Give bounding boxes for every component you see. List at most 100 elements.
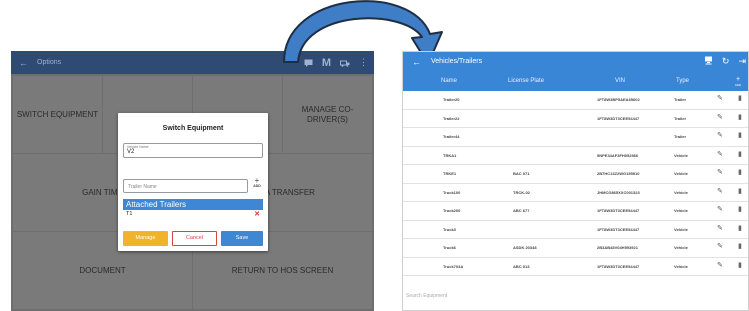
switch-equipment-tile[interactable]: SWITCH EQUIPMENT [13, 76, 102, 153]
row-type: Vehicle [674, 189, 688, 195]
attached-trailer-row: T1 ✕ [123, 210, 263, 219]
vehicles-trailers-screen: ← Vehicles/Trailers ↻ ⇥ Name License Pla… [402, 51, 749, 311]
row-type: Vehicle [674, 263, 688, 269]
edit-pencil-icon[interactable]: ✎ [717, 150, 723, 158]
edit-pencil-icon[interactable]: ✎ [717, 261, 723, 269]
row-vin: 1FT8W3DT3CEE54447 [597, 263, 640, 269]
row-name: Truck200 [443, 208, 461, 213]
row-vin: JHMCG865XXC001323 [597, 189, 640, 195]
row-name: Trailer20 [443, 97, 460, 102]
row-vin: 5NPE34AF3FH052566 [597, 152, 639, 158]
trailer-name-field[interactable]: Trailer Name [123, 179, 248, 193]
table-header: Name License Plate VIN Type + ADD [403, 75, 748, 91]
equipment-table: Trailer20 1FT8W3BP5AEA65602 Trailer ✎ ▮ … [403, 91, 748, 276]
add-equipment-label: ADD [734, 83, 742, 87]
edit-pencil-icon[interactable]: ✎ [717, 242, 723, 250]
row-type: Trailer [674, 134, 687, 139]
row-vin: 2B7HC13Z2WG155910 [597, 171, 640, 176]
add-trailer-button[interactable]: + ADD [251, 176, 263, 189]
row-name: Trailer22 [443, 115, 460, 121]
table-row[interactable]: Trailer20 1FT8W3BP5AEA65602 Trailer ✎ ▮ [403, 91, 748, 110]
search-equipment-input[interactable]: Search Equipment [406, 293, 447, 299]
delete-trash-icon[interactable]: ▮ [738, 113, 742, 121]
table-row[interactable]: Truck6 ASDK 20348 2B3AB48V04H593921 Vehi… [403, 239, 748, 258]
column-name: Name [441, 78, 458, 84]
delete-trash-icon[interactable]: ▮ [738, 261, 742, 269]
add-trailer-label: ADD [253, 184, 261, 188]
table-row[interactable]: TRKA1 5NPE34AF3FH052566 Vehicle ✎ ▮ [403, 147, 748, 165]
row-name: TRKE1 [443, 171, 457, 176]
delete-trash-icon[interactable]: ▮ [738, 242, 742, 250]
table-row[interactable]: Trailer44 Trailer ✎ ▮ [403, 128, 748, 147]
vehicles-trailers-title: Vehicles/Trailers [431, 58, 483, 65]
row-name: Truck703A [443, 263, 464, 269]
row-vin: 1FT8W3DT3CEE54447 [597, 226, 640, 232]
row-plate: TRCK-02 [513, 189, 530, 195]
row-type: Vehicle [674, 208, 688, 213]
edit-pencil-icon[interactable]: ✎ [717, 131, 723, 139]
vehicles-app-bar: ← Vehicles/Trailers ↻ ⇥ [403, 52, 748, 75]
device-icon[interactable] [704, 56, 713, 67]
back-arrow-icon[interactable]: ← [19, 58, 31, 68]
edit-pencil-icon[interactable]: ✎ [717, 187, 723, 195]
table-row[interactable]: Trailer22 1FT8W3DT3CEE54447 Trailer ✎ ▮ [403, 110, 748, 128]
delete-trash-icon[interactable]: ▮ [738, 187, 742, 195]
manage-button[interactable]: Manage [123, 231, 168, 246]
column-license-plate: License Plate [508, 78, 545, 84]
delete-trash-icon[interactable]: ▮ [738, 94, 742, 102]
plus-icon: + [735, 76, 741, 83]
dialog-title: Switch Equipment [162, 125, 224, 132]
row-type: Vehicle [674, 152, 688, 158]
row-vin: 1FT8W3DT3CEE54447 [597, 208, 640, 213]
row-name: Truck100 [443, 189, 461, 195]
table-row[interactable]: Truck100 TRCK-02 JHMCG865XXC001323 Vehic… [403, 184, 748, 202]
remove-trailer-icon[interactable]: ✕ [254, 210, 260, 218]
row-type: Trailer [674, 97, 687, 102]
switch-equipment-dialog: Switch Equipment Vehicle Name V2 Trailer… [118, 113, 268, 251]
table-row[interactable]: Truck200 ABC 677 1FT8W3DT3CEE54447 Vehic… [403, 202, 748, 221]
row-plate: ABC 677 [513, 208, 530, 213]
row-type: Vehicle [674, 226, 688, 232]
row-vin: 2B3AB48V04H593921 [597, 245, 638, 250]
add-equipment-button[interactable]: + ADD [733, 76, 743, 87]
options-title: Options [37, 59, 62, 66]
row-name: Trailer44 [443, 134, 460, 139]
save-button[interactable]: Save [221, 231, 263, 246]
logout-icon[interactable]: ⇥ [738, 56, 746, 67]
row-plate: BAC 071 [513, 171, 530, 176]
row-name: Truck6 [443, 245, 456, 250]
vehicles-app-bar-icons: ↻ ⇥ [704, 56, 746, 67]
cancel-button[interactable]: Cancel [172, 231, 217, 246]
vehicle-name-field[interactable]: Vehicle Name V2 [123, 143, 263, 158]
row-plate: ABC 013 [513, 263, 530, 269]
row-name: TRKA1 [443, 152, 457, 158]
plus-icon: + [254, 176, 260, 185]
vehicle-name-value: V2 [127, 149, 135, 155]
row-vin: 1FT8W3DT3CEE54447 [597, 115, 640, 121]
attached-trailer-name: T1 [126, 211, 133, 217]
back-arrow-icon[interactable]: ← [412, 57, 421, 67]
delete-trash-icon[interactable]: ▮ [738, 150, 742, 158]
delete-trash-icon[interactable]: ▮ [738, 205, 742, 213]
table-row[interactable]: Truck3 1FT8W3DT3CEE54447 Vehicle ✎ ▮ [403, 221, 748, 239]
delete-trash-icon[interactable]: ▮ [738, 224, 742, 232]
options-screen: ← Options M ⋮ SWITCH EQUIPMENT MANAGE CO… [11, 51, 374, 311]
refresh-icon[interactable]: ↻ [722, 56, 730, 67]
table-row[interactable]: Truck703A ABC 013 1FT8W3DT3CEE54447 Vehi… [403, 258, 748, 276]
trailer-name-placeholder: Trailer Name [128, 184, 157, 190]
row-vin: 1FT8W3BP5AEA65602 [597, 97, 640, 102]
row-type: Trailer [674, 115, 687, 121]
edit-pencil-icon[interactable]: ✎ [717, 113, 723, 121]
delete-trash-icon[interactable]: ▮ [738, 168, 742, 176]
table-row[interactable]: TRKE1 BAC 071 2B7HC13Z2WG155910 Vehicle … [403, 165, 748, 184]
edit-pencil-icon[interactable]: ✎ [717, 224, 723, 232]
row-type: Vehicle [674, 171, 688, 176]
attached-trailers-header: Attached Trailers [123, 199, 263, 210]
delete-trash-icon[interactable]: ▮ [738, 131, 742, 139]
column-vin: VIN [615, 78, 626, 84]
column-type: Type [676, 78, 690, 84]
edit-pencil-icon[interactable]: ✎ [717, 94, 723, 102]
edit-pencil-icon[interactable]: ✎ [717, 205, 723, 213]
edit-pencil-icon[interactable]: ✎ [717, 168, 723, 176]
row-name: Truck3 [443, 226, 456, 232]
